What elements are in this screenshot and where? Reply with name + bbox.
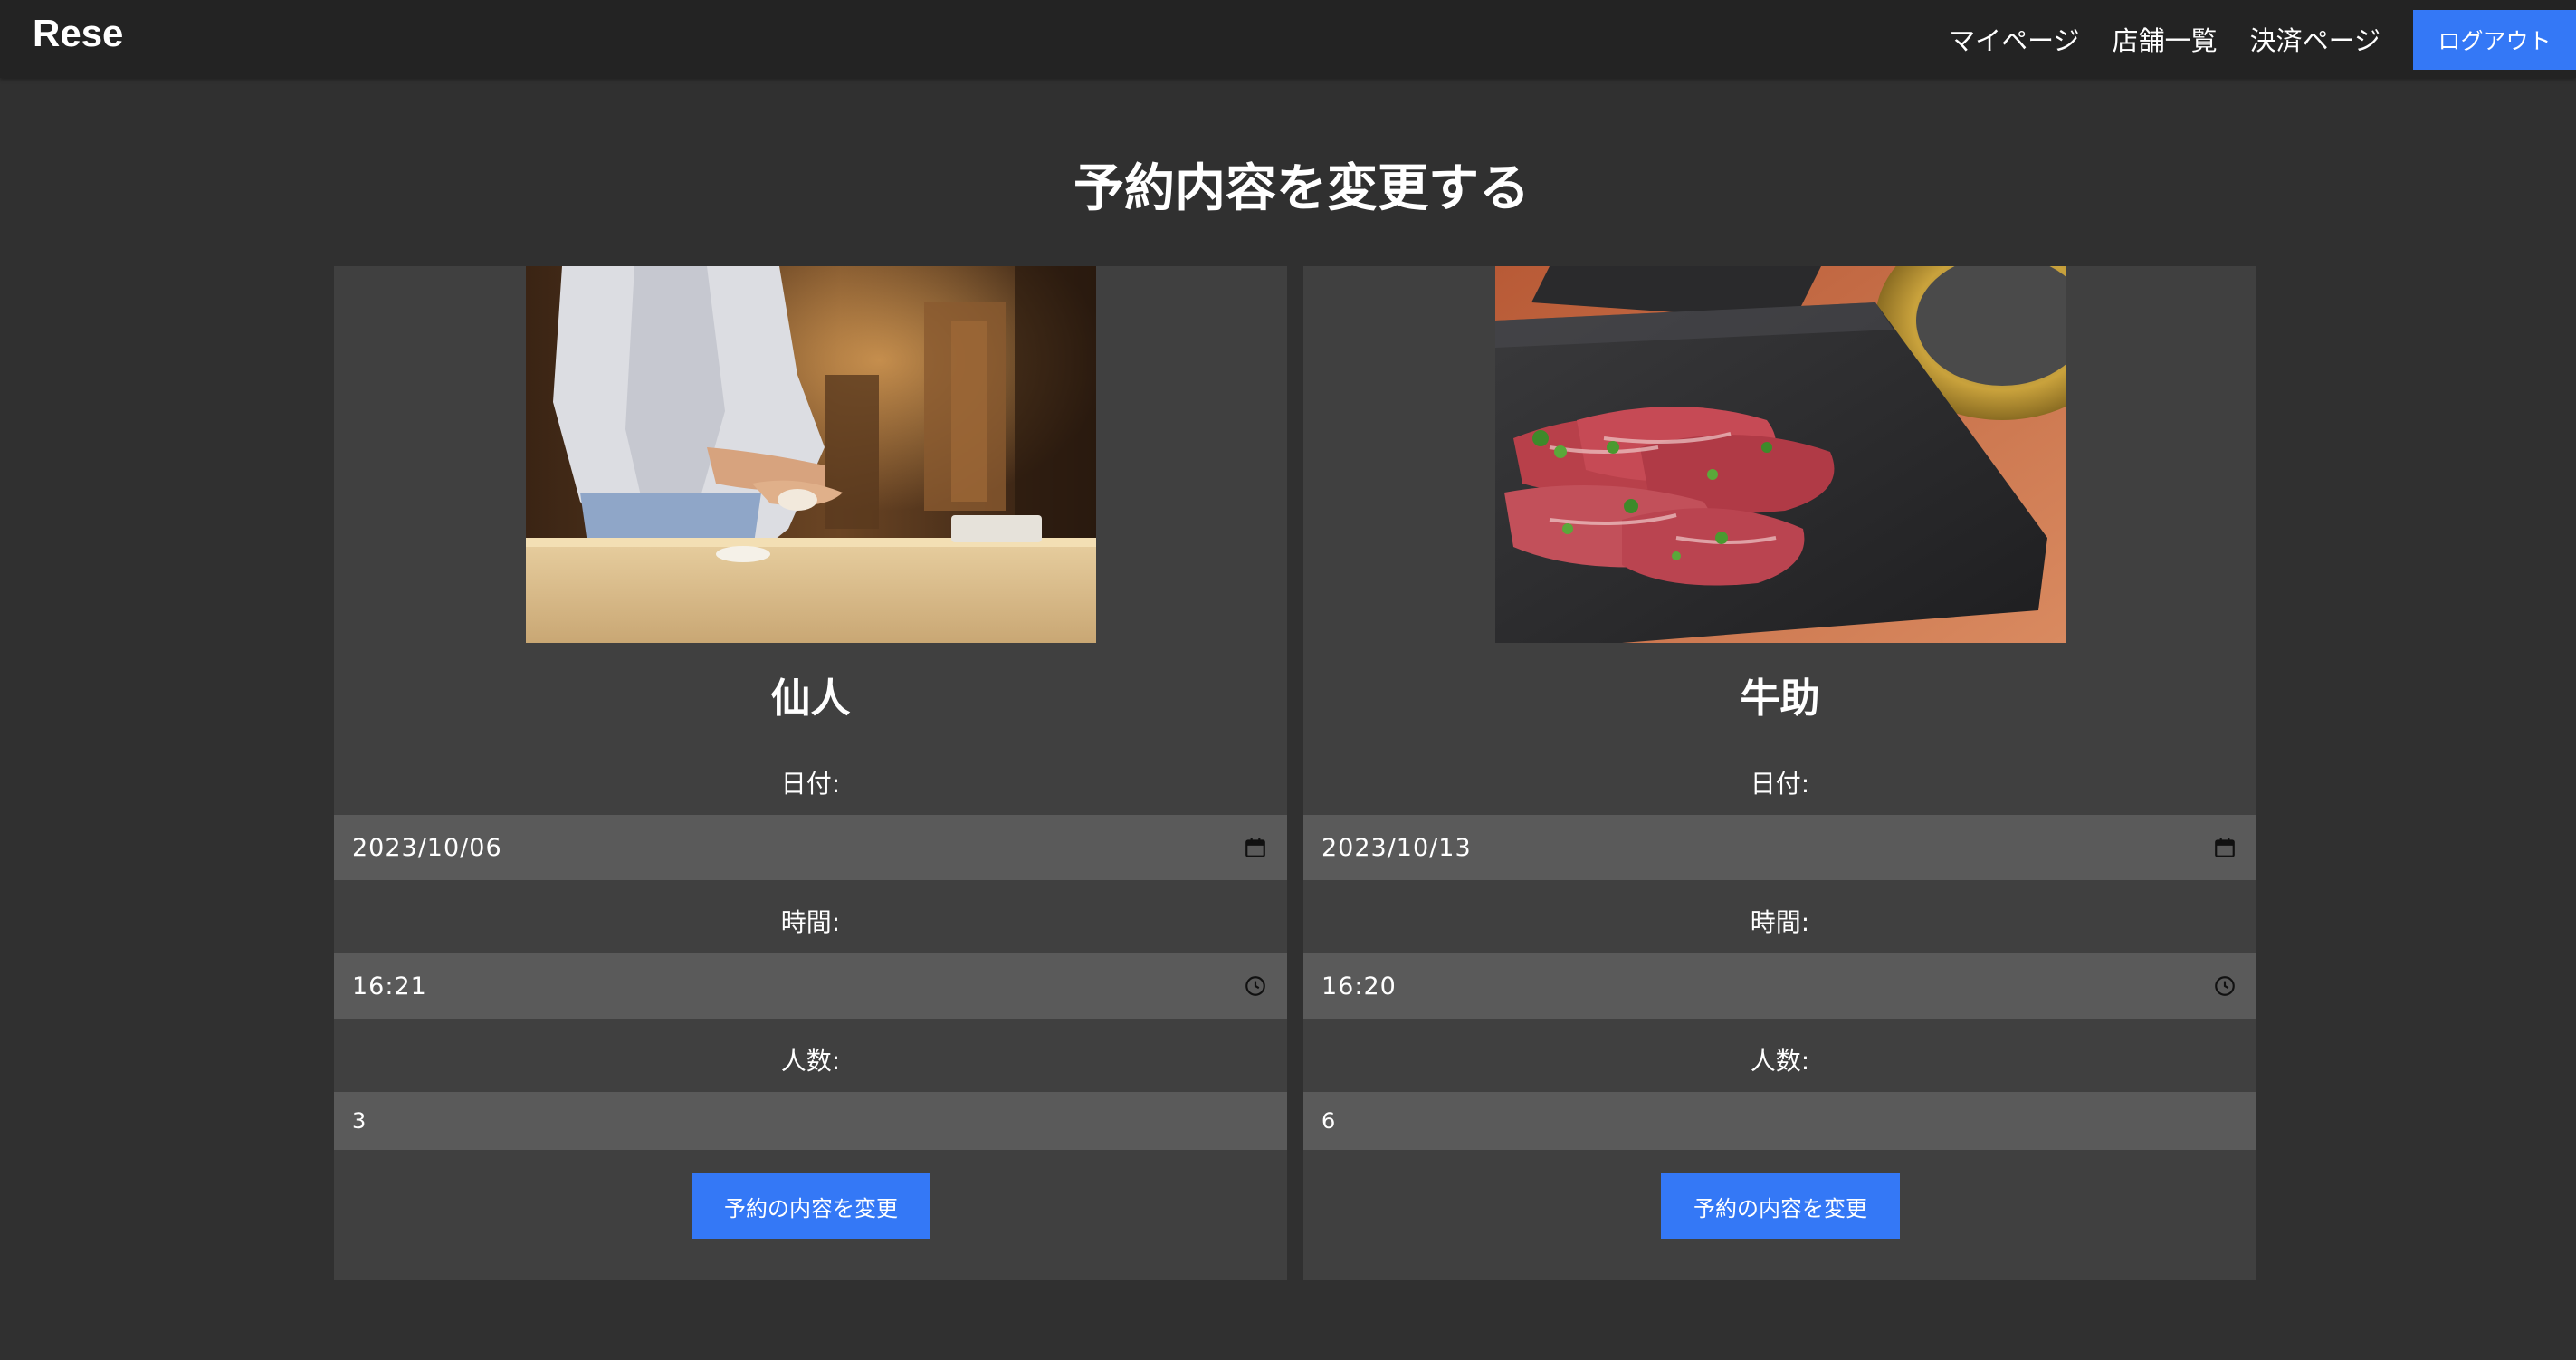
people-label: 人数: bbox=[1750, 1046, 1810, 1076]
nav: マイページ 店舗一覧 決済ページ ログアウト bbox=[1949, 0, 2576, 78]
people-value: 3 bbox=[352, 1108, 367, 1134]
date-input[interactable]: 2023/10/06 bbox=[334, 815, 1287, 880]
clock-icon[interactable] bbox=[2213, 974, 2237, 998]
time-value: 16:20 bbox=[1321, 972, 1397, 1001]
calendar-icon[interactable] bbox=[1244, 836, 1267, 859]
update-reservation-button[interactable]: 予約の内容を変更 bbox=[692, 1173, 930, 1239]
nav-mypage[interactable]: マイページ bbox=[1949, 20, 2079, 58]
date-label: 日付: bbox=[1750, 769, 1810, 799]
nav-shop-list[interactable]: 店舗一覧 bbox=[2113, 20, 2218, 58]
shop-name: 牛助 bbox=[1740, 675, 1820, 722]
shop-image bbox=[526, 266, 1096, 643]
people-input[interactable]: 6 bbox=[1303, 1092, 2256, 1150]
nav-payment[interactable]: 決済ページ bbox=[2250, 20, 2380, 58]
date-value: 2023/10/06 bbox=[352, 833, 502, 862]
reservation-card: 牛助 日付: 2023/10/13 時間: 16:20 人数: 6 予約の内容を… bbox=[1303, 266, 2256, 1280]
calendar-icon[interactable] bbox=[2213, 836, 2237, 859]
date-input[interactable]: 2023/10/13 bbox=[1303, 815, 2256, 880]
sushi-chef-photo bbox=[526, 266, 1096, 643]
date-label: 日付: bbox=[780, 769, 841, 799]
shop-image bbox=[1495, 266, 2066, 643]
people-value: 6 bbox=[1321, 1108, 1337, 1134]
time-label: 時間: bbox=[780, 907, 841, 937]
reservation-card: 仙人 日付: 2023/10/06 時間: 16:21 人数: 3 予約の内容を… bbox=[334, 266, 1287, 1280]
people-input[interactable]: 3 bbox=[334, 1092, 1287, 1150]
logout-button[interactable]: ログアウト bbox=[2413, 10, 2576, 70]
clock-icon[interactable] bbox=[1244, 974, 1267, 998]
yakiniku-beef-photo bbox=[1495, 266, 2066, 643]
time-value: 16:21 bbox=[352, 972, 427, 1001]
update-reservation-button[interactable]: 予約の内容を変更 bbox=[1661, 1173, 1900, 1239]
people-label: 人数: bbox=[780, 1046, 841, 1076]
date-value: 2023/10/13 bbox=[1321, 833, 1472, 862]
page-title: 予約内容を変更する bbox=[1073, 159, 1530, 218]
shop-name: 仙人 bbox=[770, 675, 851, 722]
time-input[interactable]: 16:21 bbox=[334, 953, 1287, 1019]
header: Rese マイページ 店舗一覧 決済ページ ログアウト bbox=[0, 0, 2576, 78]
time-label: 時間: bbox=[1750, 907, 1810, 937]
logo[interactable]: Rese bbox=[33, 13, 123, 54]
time-input[interactable]: 16:20 bbox=[1303, 953, 2256, 1019]
